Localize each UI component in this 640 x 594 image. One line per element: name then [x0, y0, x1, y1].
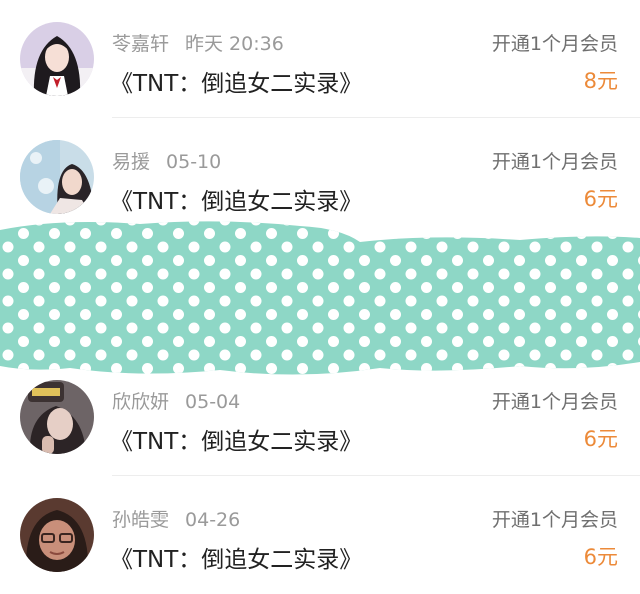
timestamp: 05-04: [185, 391, 241, 413]
price: 6元: [583, 545, 618, 569]
list-item[interactable]: 苓嘉轩 昨天 20:36 《TNT：倒追女二实录》 开通1个月会员 8元: [0, 0, 640, 118]
price: 6元: [583, 427, 618, 451]
timestamp: 04-26: [185, 509, 241, 531]
list-item[interactable]: 孙皓雯 04-26 《TNT：倒追女二实录》 开通1个月会员 6元: [0, 476, 640, 594]
avatar[interactable]: [20, 140, 94, 214]
timestamp: 05-10: [166, 151, 222, 173]
user-name: 易援 05-10: [112, 147, 221, 174]
book-title: 《TNT：倒追女二实录》: [110, 189, 363, 215]
user-name-text: 欣欣妍: [112, 391, 170, 413]
user-name: 苓嘉轩 昨天 20:36: [112, 29, 284, 56]
price: 8元: [583, 69, 618, 93]
price: 6元: [583, 187, 618, 211]
subscription-label: 开通1个月会员: [491, 33, 618, 55]
book-title: 《TNT：倒追女二实录》: [110, 547, 363, 573]
user-name: 欣欣妍 05-04: [112, 387, 240, 414]
list-item[interactable]: 欣欣妍 05-04 《TNT：倒追女二实录》 开通1个月会员 6元: [0, 358, 640, 476]
subscription-label: 开通1个月会员: [491, 391, 618, 413]
subscription-label: 开通1个月会员: [491, 509, 618, 531]
avatar[interactable]: [20, 498, 94, 572]
subscription-label: 开通1个月会员: [491, 151, 618, 173]
avatar-girl-icon: [20, 498, 94, 572]
avatar-girl-icon: [20, 140, 94, 214]
user-name-text: 易援: [112, 151, 151, 173]
timestamp: 昨天 20:36: [185, 33, 284, 55]
avatar-girl-icon: [20, 380, 94, 454]
book-title: 《TNT：倒追女二实录》: [110, 71, 363, 97]
user-name-text: 孙皓雯: [112, 509, 170, 531]
user-name: 孙皓雯 04-26: [112, 505, 240, 532]
book-title: 《TNT：倒追女二实录》: [110, 429, 363, 455]
avatar-girl-icon: [20, 22, 94, 96]
avatar[interactable]: [20, 22, 94, 96]
avatar[interactable]: [20, 380, 94, 454]
user-name-text: 苓嘉轩: [112, 33, 170, 55]
